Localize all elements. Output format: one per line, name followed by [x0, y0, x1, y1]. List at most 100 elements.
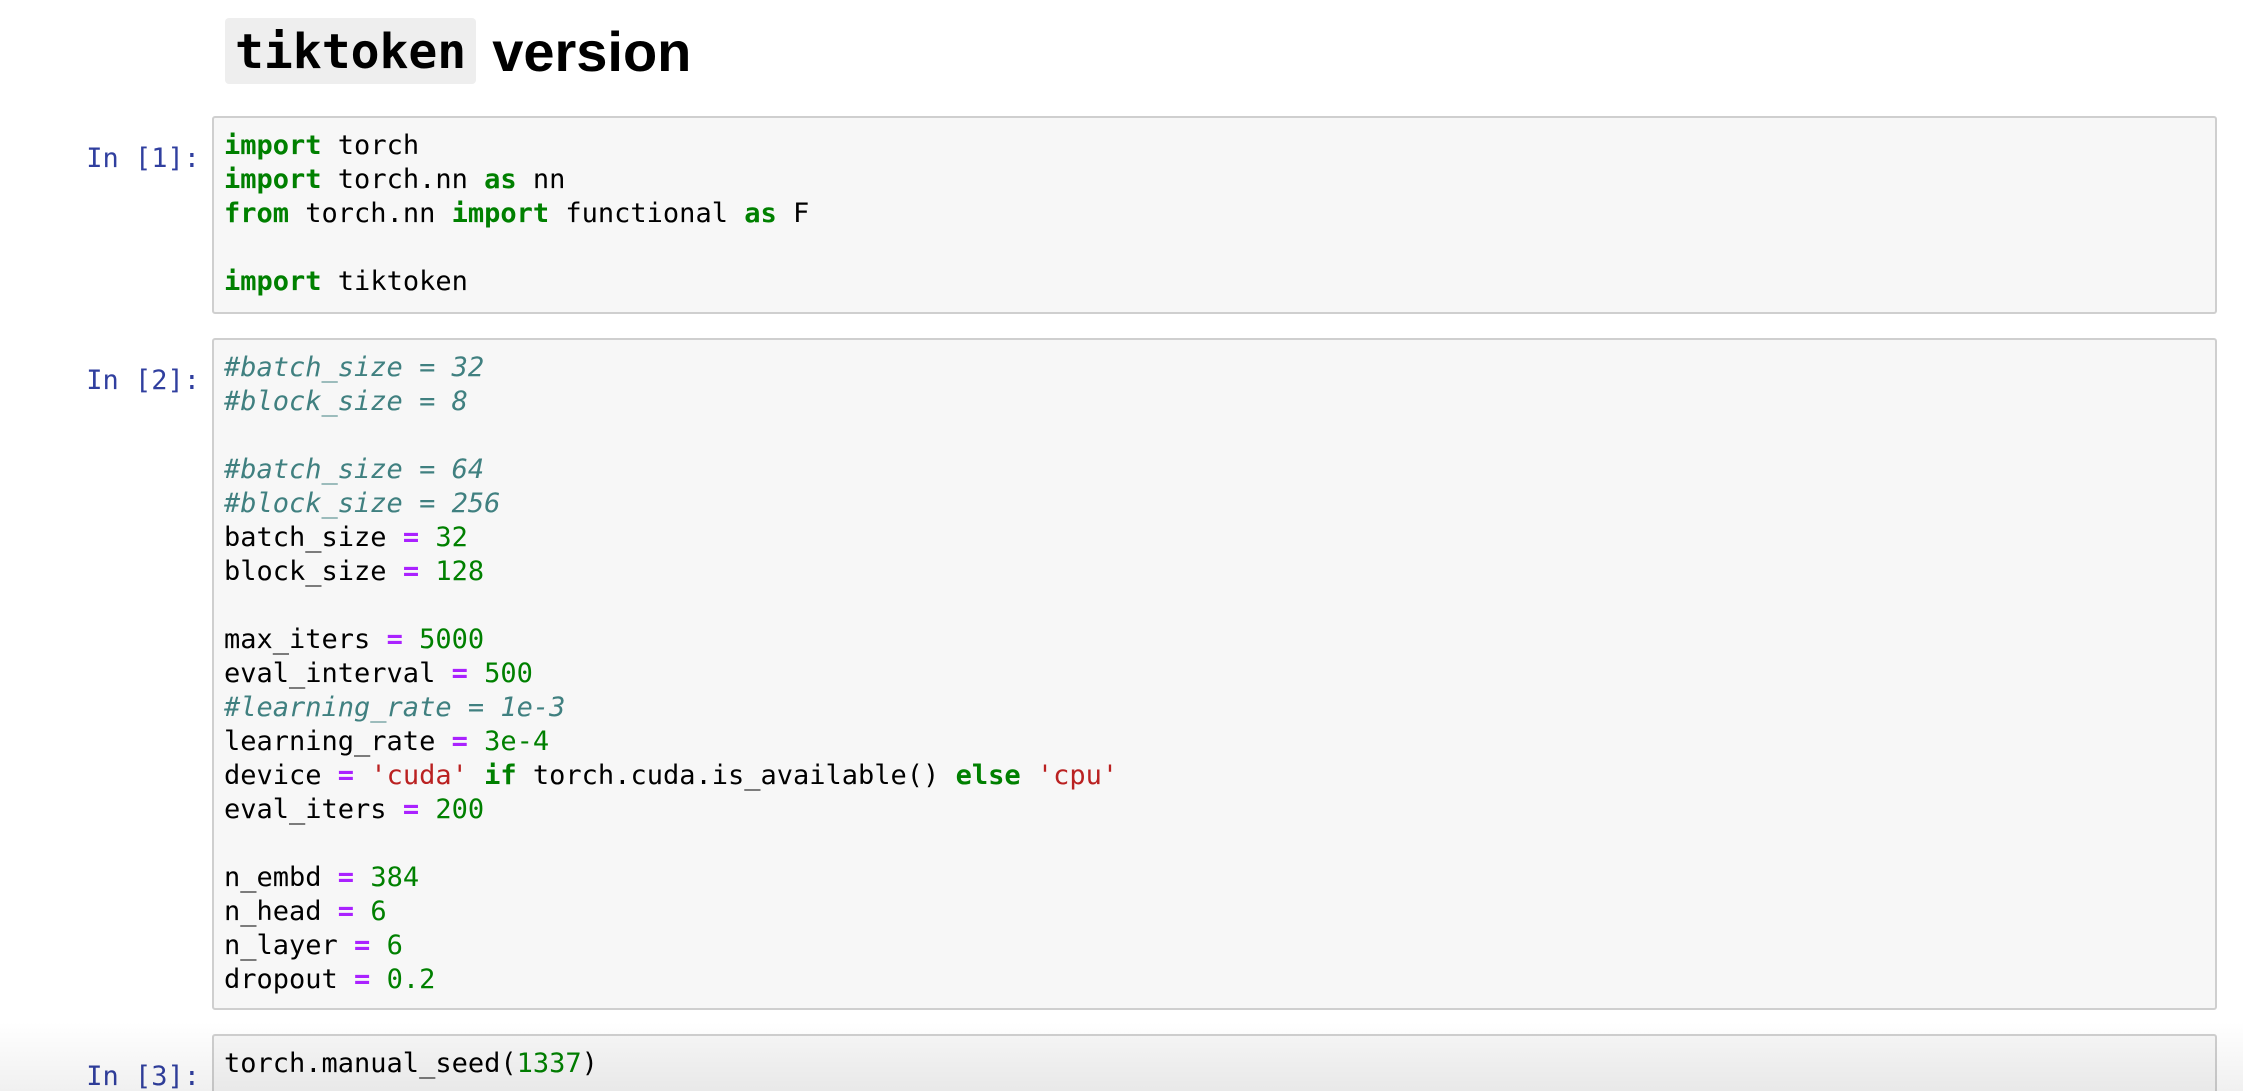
heading-text: version: [492, 19, 692, 83]
code-line: device = 'cuda' if torch.cuda.is_availab…: [224, 759, 2215, 793]
code-token: device: [224, 760, 338, 791]
code-line: batch_size = 32: [224, 521, 2215, 555]
code-token: eval_iters: [224, 794, 403, 825]
code-token: n_head: [224, 896, 338, 927]
code-token: torch.manual_seed(: [224, 1048, 517, 1079]
code-input-area[interactable]: #batch_size = 32 #block_size = 8 #batch_si…: [212, 338, 2217, 1010]
code-token: #learning_rate = 1e-3: [224, 692, 566, 723]
code-token: block_size: [224, 556, 403, 587]
code-token: =: [337, 760, 355, 791]
code-token: 32: [435, 522, 468, 553]
code-cell-3[interactable]: In [3]: torch.manual_seed(1337): [0, 1034, 2243, 1091]
heading-code-span: tiktoken: [225, 18, 477, 84]
code-line: import torch: [224, 129, 2215, 163]
code-token: =: [354, 930, 371, 961]
code-line: n_layer = 6: [224, 929, 2215, 963]
code-token: =: [402, 556, 420, 587]
code-token: torch.nn: [289, 198, 452, 229]
code-line: torch.manual_seed(1337): [224, 1047, 2215, 1081]
code-token: =: [354, 964, 371, 995]
code-token: 200: [435, 794, 485, 825]
code-line: eval_interval = 500: [224, 657, 2215, 691]
code-token: =: [451, 726, 468, 757]
code-token: =: [402, 522, 420, 553]
code-line: n_head = 6: [224, 895, 2215, 929]
code-token: 6: [370, 896, 387, 927]
code-token: #batch_size = 32: [224, 352, 485, 383]
code-token: as: [744, 198, 777, 229]
code-token: #batch_size = 64: [224, 454, 485, 485]
code-input-area[interactable]: torch.manual_seed(1337): [212, 1034, 2217, 1091]
code-line: import tiktoken: [224, 265, 2215, 299]
code-line: from torch.nn import functional as F: [224, 197, 2215, 231]
code-token: 1337: [516, 1048, 582, 1079]
code-token: as: [484, 164, 517, 195]
code-token: #block_size = 8: [224, 386, 468, 417]
code-line: learning_rate = 3e-4: [224, 725, 2215, 759]
code-line: #block_size = 256: [224, 487, 2215, 521]
code-token: 0.2: [386, 964, 436, 995]
code-token: n_layer: [224, 930, 355, 961]
code-token: max_iters: [224, 624, 387, 655]
code-token: functional: [549, 198, 745, 229]
code-token: else: [955, 760, 1021, 791]
code-token: eval_interval: [224, 658, 452, 689]
cell-prompt: In [3]:: [86, 1061, 200, 1091]
code-token: learning_rate: [224, 726, 452, 757]
code-token: ): [581, 1048, 598, 1079]
code-line: #batch_size = 64: [224, 453, 2215, 487]
code-input-area[interactable]: import torch import torch.nn as nn from to…: [212, 116, 2217, 314]
code-token: if: [484, 760, 517, 791]
code-line: block_size = 128: [224, 555, 2215, 589]
code-line: #block_size = 8: [224, 385, 2215, 419]
code-line: import torch.nn as nn: [224, 163, 2215, 197]
code-token: 5000: [419, 624, 485, 655]
code-token: 'cuda': [370, 760, 468, 791]
code-token: 3e-4: [484, 726, 550, 757]
code-cell-2[interactable]: In [2]: #batch_size = 32 #block_size = 8 #…: [0, 338, 2243, 1010]
cell-prompt: In [2]:: [86, 365, 200, 396]
code-token: from: [224, 198, 290, 229]
code-token: 128: [435, 556, 485, 587]
code-token: torch.nn: [321, 164, 485, 195]
code-cell-1[interactable]: In [1]: import torch import torch.nn as n…: [0, 116, 2243, 314]
notebook-heading: tiktoken version: [225, 16, 691, 86]
code-token: F: [776, 198, 810, 229]
code-token: =: [337, 896, 355, 927]
code-token: import: [224, 130, 322, 161]
code-token: batch_size: [224, 522, 403, 553]
code-line: #batch_size = 32: [224, 351, 2215, 385]
code-line: #learning_rate = 1e-3: [224, 691, 2215, 725]
code-token: n_embd: [224, 862, 338, 893]
code-token: #block_size = 256: [224, 488, 501, 519]
code-token: 'cpu': [1036, 760, 1119, 791]
code-line: dropout = 0.2: [224, 963, 2215, 997]
code-token: =: [451, 658, 468, 689]
code-token: 6: [386, 930, 403, 961]
code-token: =: [402, 794, 420, 825]
code-token: import: [224, 266, 322, 297]
code-line: n_embd = 384: [224, 861, 2215, 895]
code-token: import: [224, 164, 322, 195]
code-token: =: [337, 862, 355, 893]
code-token: dropout: [224, 964, 355, 995]
code-token: tiktoken: [321, 266, 468, 297]
code-line: eval_iters = 200: [224, 793, 2215, 827]
